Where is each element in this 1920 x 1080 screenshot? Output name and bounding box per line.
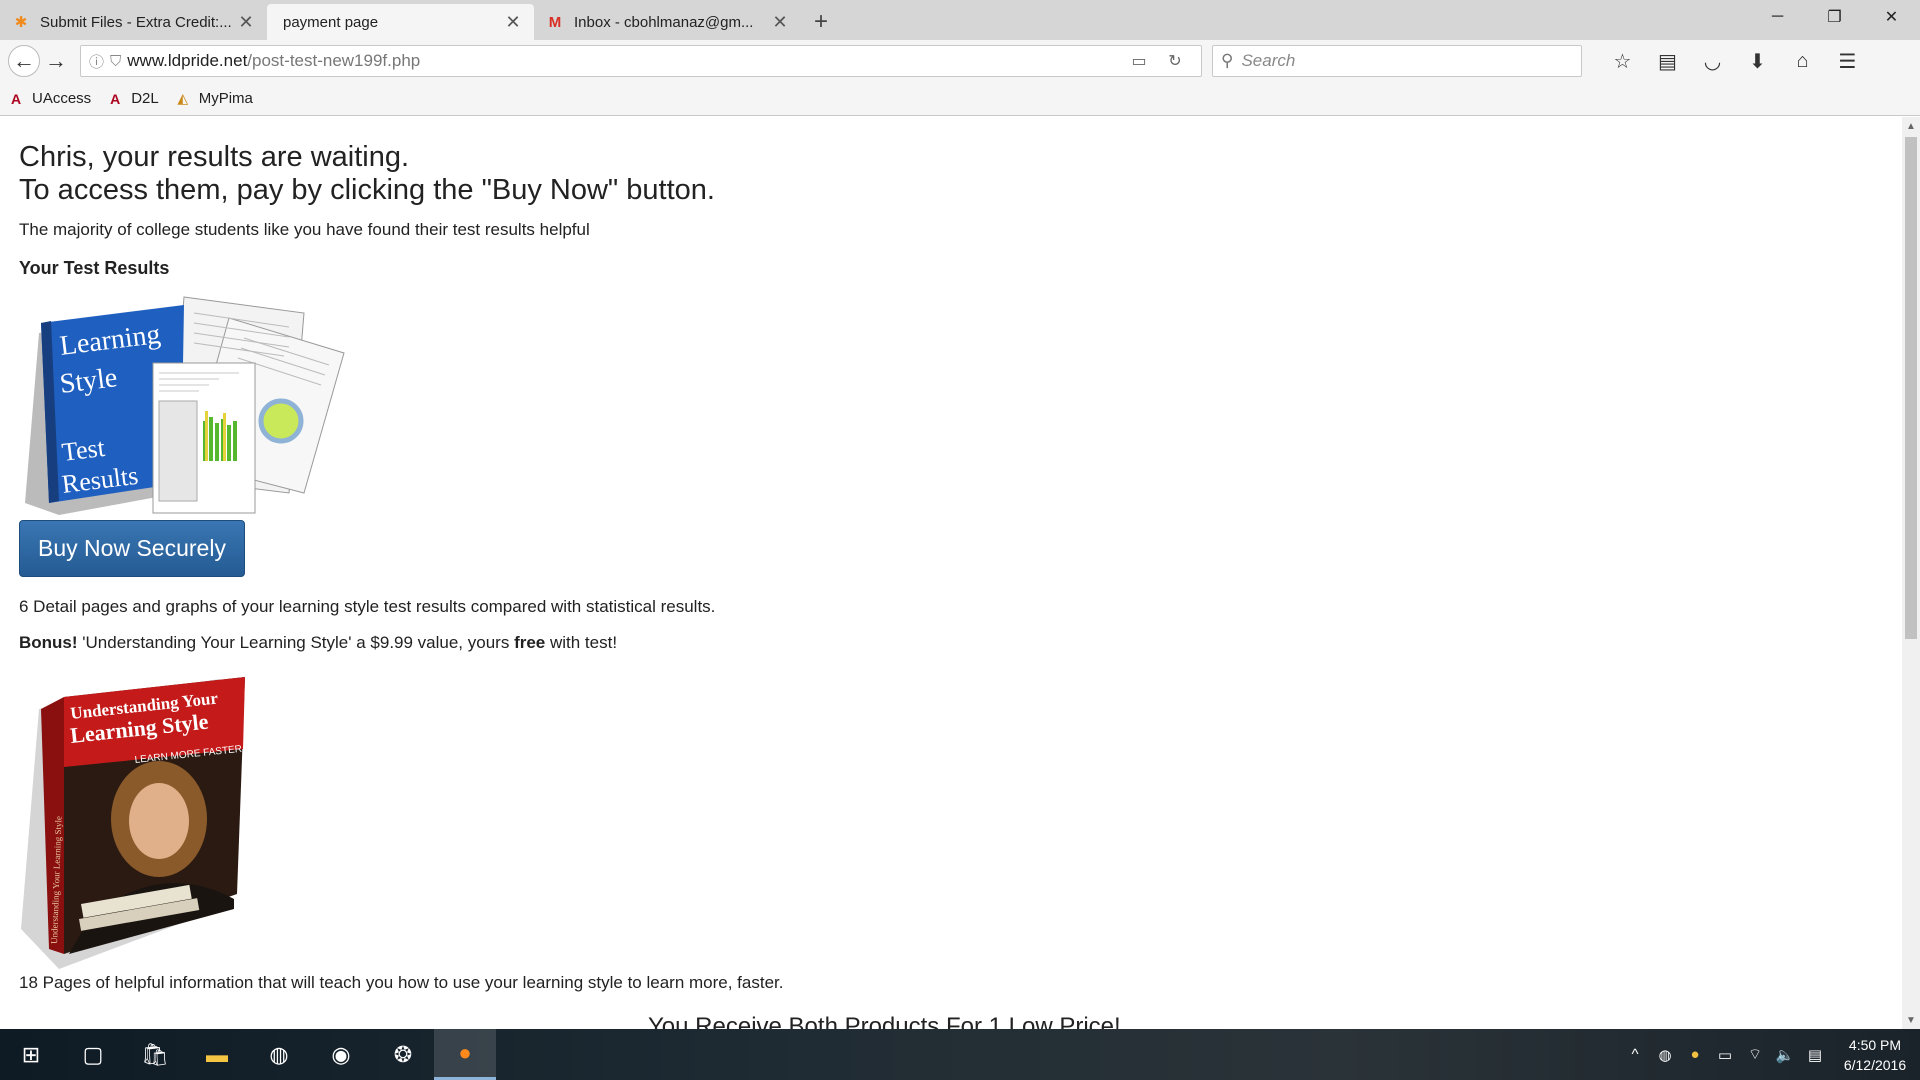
show-hidden-icons[interactable]: ^ <box>1620 1046 1650 1063</box>
cover-text-3: Test <box>60 433 107 467</box>
headline-line-1: Chris, your results are waiting. <box>19 141 410 173</box>
clock[interactable]: 4:50 PM 6/12/2016 <box>1830 1035 1920 1075</box>
search-placeholder: Search <box>1241 51 1296 70</box>
file-explorer-icon[interactable]: ▬ <box>186 1029 248 1080</box>
vertical-scrollbar[interactable]: ▲ ▼ <box>1902 117 1920 1029</box>
tab-title: payment page <box>283 13 379 31</box>
forward-icon[interactable]: → <box>40 45 72 77</box>
bookmark-star-icon[interactable]: ☆ <box>1600 45 1645 77</box>
store-icon[interactable]: 🛍 <box>124 1029 186 1080</box>
detail-pages-text: 6 Detail pages and graphs of your learni… <box>19 597 716 616</box>
scroll-up-icon[interactable]: ▲ <box>1902 117 1920 135</box>
scrollbar-thumb[interactable] <box>1905 137 1917 639</box>
firefox-icon[interactable]: ● <box>434 1029 496 1080</box>
info-icon[interactable]: ⓘ <box>89 51 104 72</box>
test-results-product-image: Learning Style Test Results <box>19 293 349 518</box>
close-tab-icon[interactable]: ✕ <box>771 12 789 33</box>
close-window-icon[interactable]: ✕ <box>1863 0 1920 34</box>
battery-icon[interactable]: ▭ <box>1710 1046 1740 1064</box>
task-view-icon[interactable]: ▢ <box>62 1029 124 1080</box>
headline-line-2: To access them, pay by clicking the "Buy… <box>19 174 715 206</box>
windows-taskbar: ⊞ ▢ 🛍 ▬ ◍ ◉ ❂ ● ^ ◍ ● ▭ ⌔ 🔈 ▤ 4:50 PM 6/… <box>0 1029 1920 1080</box>
tab-inbox[interactable]: M Inbox - cbohlmanaz@gm... ✕ <box>534 4 801 40</box>
ebook-pages-text: 18 Pages of helpful information that wil… <box>19 973 784 992</box>
d2l-icon: ✱ <box>14 14 28 31</box>
bonus-text: Bonus! 'Understanding Your Learning Styl… <box>19 633 1902 653</box>
bookmark-mypima[interactable]: ◭ MyPima <box>173 89 253 109</box>
bonus-tail: with test! <box>545 633 618 652</box>
pocket-icon[interactable]: ◡ <box>1690 45 1735 77</box>
weather-icon[interactable]: ● <box>1680 1046 1710 1063</box>
system-tray: ^ ◍ ● ▭ ⌔ 🔈 ▤ 4:50 PM 6/12/2016 <box>1620 1029 1920 1080</box>
bookmark-label: UAccess <box>32 90 92 107</box>
bonus-free: free <box>514 633 546 652</box>
menu-icon[interactable]: ☰ <box>1825 45 1870 77</box>
library-icon[interactable]: ▤ <box>1645 45 1690 77</box>
buy-now-button[interactable]: Buy Now Securely <box>19 520 245 577</box>
gmail-icon: M <box>548 13 562 31</box>
subtitle: The majority of college students like yo… <box>19 220 590 239</box>
page-viewport: Chris, your results are waiting. To acce… <box>0 117 1902 1029</box>
back-icon[interactable]: ← <box>8 45 40 77</box>
offer-heading: You Receive Both Products For 1 Low Pric… <box>648 1013 1121 1029</box>
pima-icon: ◭ <box>177 90 189 106</box>
steam-tray-icon[interactable]: ◍ <box>1650 1046 1680 1064</box>
url-host: www.ldpride.net <box>127 51 248 70</box>
app-icon[interactable]: ◉ <box>310 1029 372 1080</box>
bonus-description: 'Understanding Your Learning Style' a $9… <box>77 633 515 652</box>
address-bar[interactable]: ⓘ ⛉ www.ldpride.net/post-test-new199f.ph… <box>80 45 1202 77</box>
search-icon: ⚲ <box>1221 51 1234 70</box>
bookmark-d2l[interactable]: A D2L <box>105 89 159 109</box>
bookmarks-toolbar: A UAccess A D2L ◭ MyPima <box>0 82 1920 116</box>
bonus-ebook-image: Understanding Your Learning Style LEARN … <box>19 669 249 969</box>
url-path: /post-test-new199f.php <box>247 51 421 70</box>
clock-date: 6/12/2016 <box>1843 1056 1907 1073</box>
tab-title: Submit Files - Extra Credit:... <box>40 13 232 31</box>
toolbar-buttons: ☆ ▤ ◡ ⬇ ⌂ ☰ <box>1600 45 1870 77</box>
search-input[interactable]: ⚲ Search <box>1212 45 1582 77</box>
tab-payment-page[interactable]: payment page ✕ <box>267 4 534 40</box>
wifi-icon[interactable]: ⌔ <box>1740 1045 1770 1064</box>
new-tab-button[interactable]: + <box>801 4 841 40</box>
volume-icon[interactable]: 🔈 <box>1770 1046 1800 1064</box>
app-icon-2[interactable]: ❂ <box>372 1029 434 1080</box>
scroll-down-icon[interactable]: ▼ <box>1902 1011 1920 1029</box>
window-controls: ─ ❐ ✕ <box>1749 0 1920 34</box>
reload-icon[interactable]: ↻ <box>1157 51 1193 71</box>
headline: Chris, your results are waiting. To acce… <box>19 141 1902 207</box>
navigation-toolbar: ← → ⓘ ⛉ www.ldpride.net/post-test-new199… <box>0 40 1920 82</box>
tab-title: Inbox - cbohlmanaz@gm... <box>574 13 754 31</box>
close-tab-icon[interactable]: ✕ <box>504 12 522 33</box>
steam-icon[interactable]: ◍ <box>248 1029 310 1080</box>
restore-icon[interactable]: ❐ <box>1806 0 1863 34</box>
action-center-icon[interactable]: ▤ <box>1800 1046 1830 1064</box>
tab-submit-files[interactable]: ✱ Submit Files - Extra Credit:... ✕ <box>0 4 267 40</box>
bookmark-label: MyPima <box>198 90 253 107</box>
bookmark-label: D2L <box>131 90 159 107</box>
download-icon[interactable]: ⬇ <box>1735 45 1780 77</box>
bookmark-uaccess[interactable]: A UAccess <box>6 89 91 109</box>
home-icon[interactable]: ⌂ <box>1780 45 1825 77</box>
page-content: Chris, your results are waiting. To acce… <box>0 117 1902 993</box>
minimize-icon[interactable]: ─ <box>1749 0 1806 34</box>
reader-view-icon[interactable]: ▭ <box>1121 51 1157 71</box>
tab-strip: ✱ Submit Files - Extra Credit:... ✕ paym… <box>0 0 1920 40</box>
bonus-label: Bonus! <box>19 633 78 652</box>
close-tab-icon[interactable]: ✕ <box>237 12 255 33</box>
arizona-a-icon: A <box>110 90 121 107</box>
shield-icon[interactable]: ⛉ <box>110 53 121 70</box>
section-title: Your Test Results <box>19 258 170 278</box>
windows-start-icon[interactable]: ⊞ <box>0 1029 62 1080</box>
arizona-a-icon: A <box>10 90 22 107</box>
clock-time: 4:50 PM <box>1848 1036 1902 1053</box>
